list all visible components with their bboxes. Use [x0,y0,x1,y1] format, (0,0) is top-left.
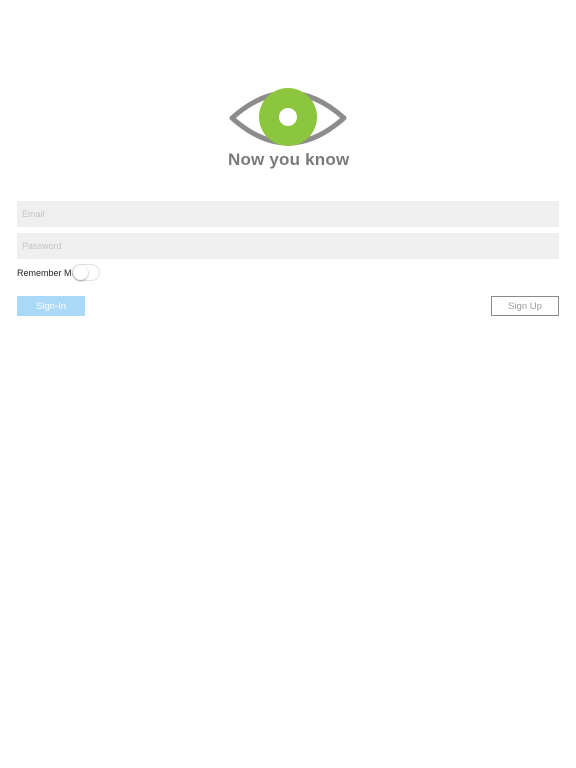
eye-logo-icon [229,88,347,146]
app-logo: Now you know [228,82,350,174]
password-field[interactable] [17,233,559,259]
login-screen: Now you know Remember Me Sign-In Sign Up [0,0,576,768]
toggle-knob [73,265,88,280]
sign-up-button[interactable]: Sign Up [491,296,559,316]
remember-me-toggle[interactable] [72,264,100,281]
remember-me-label: Remember Me [17,268,77,278]
sign-in-button[interactable]: Sign-In [17,296,85,316]
email-field[interactable] [17,201,559,227]
logo-text: Now you know [228,150,350,169]
